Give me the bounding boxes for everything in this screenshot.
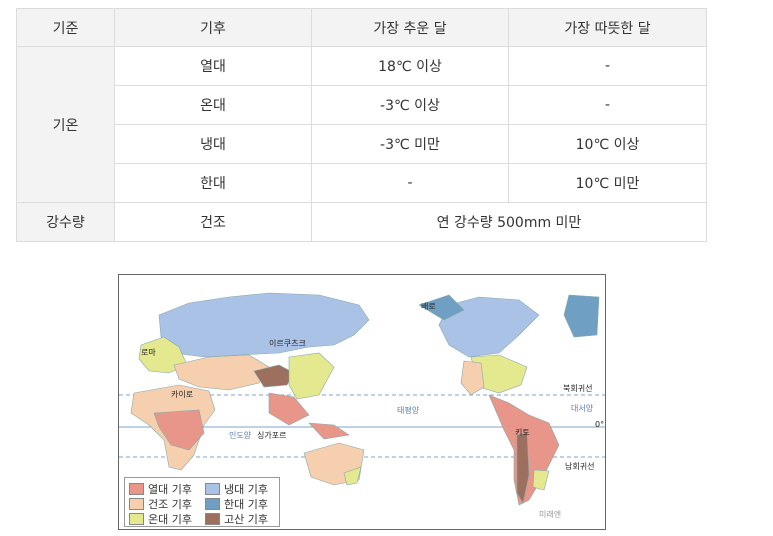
swatch-icon <box>129 498 144 510</box>
swatch-icon <box>205 513 220 525</box>
cell-warmest: - <box>508 85 707 125</box>
map-legend: 열대 기후 냉대 기후 건조 기후 한대 기후 온대 기후 고산 기후 <box>124 477 280 527</box>
table-row: 강수량 건조 연 강수량 500mm 미만 <box>16 202 707 242</box>
cell-climate: 한대 <box>114 163 312 203</box>
cell-climate: 냉대 <box>114 124 312 164</box>
label-atlantic: 대서양 <box>571 404 594 413</box>
label-barrow: 배로 <box>421 302 436 311</box>
header-climate: 기후 <box>114 8 312 47</box>
table-row: 기온 열대 18℃ 이상 - <box>16 46 707 203</box>
table-row: 한대 - 10℃ 미만 <box>17 163 707 203</box>
swatch-icon <box>205 498 220 510</box>
table-row: 냉대 -3℃ 미만 10℃ 이상 <box>17 124 707 164</box>
legend-item: 냉대 기후 <box>205 481 268 497</box>
south-america-temperate-region <box>532 469 550 491</box>
header-coldest-month: 가장 추운 달 <box>311 8 509 47</box>
cell-warmest: 10℃ 이상 <box>508 124 707 164</box>
indonesia-tropical-region <box>308 422 350 440</box>
label-irkutsk: 이르쿠츠크 <box>269 339 306 348</box>
label-quito: 키토 <box>515 428 530 437</box>
legend-item: 고산 기후 <box>205 511 268 527</box>
cell-warmest: - <box>508 46 707 86</box>
header-warmest-month: 가장 따뜻한 달 <box>508 8 707 47</box>
label-singapore: 싱가포르 <box>257 431 287 440</box>
usa-dry-region <box>460 360 485 396</box>
cell-coldest: -3℃ 이상 <box>311 85 509 125</box>
legend-item: 한대 기후 <box>205 496 268 512</box>
cell-precip-desc: 연 강수량 500mm 미만 <box>311 202 707 242</box>
cell-climate: 건조 <box>114 202 312 242</box>
label-cairo: 카이로 <box>171 390 194 399</box>
eurasia-cold-region <box>158 292 370 358</box>
label-indian: 인도양 <box>229 431 252 440</box>
cell-coldest: 18℃ 이상 <box>311 46 509 86</box>
swatch-icon <box>129 483 144 495</box>
label-rome: 로마 <box>141 348 156 357</box>
greenland-polar-region <box>563 294 600 338</box>
label-tropic-cancer: 북회귀선 <box>563 384 593 393</box>
group-precipitation: 강수량 <box>16 202 115 242</box>
legend-item: 온대 기후 <box>129 511 192 527</box>
publisher-watermark: 미래엔 <box>539 510 562 519</box>
group-temperature: 기온 <box>16 46 115 203</box>
table-row: 온대 -3℃ 이상 - <box>17 85 707 125</box>
legend-item: 열대 기후 <box>129 481 192 497</box>
east-asia-temperate-region <box>288 352 335 400</box>
legend-item: 건조 기후 <box>129 496 192 512</box>
cell-climate: 온대 <box>114 85 312 125</box>
label-tropic-capricorn: 남회귀선 <box>565 462 595 471</box>
label-pacific: 태평양 <box>397 406 420 415</box>
swatch-icon <box>205 483 220 495</box>
cell-warmest: 10℃ 미만 <box>508 163 707 203</box>
cell-coldest: - <box>311 163 509 203</box>
table-header-row: 기준 기후 가장 추운 달 가장 따뜻한 달 <box>16 8 707 47</box>
header-criteria: 기준 <box>16 8 115 47</box>
cell-climate: 열대 <box>114 46 312 86</box>
climate-criteria-table: 기준 기후 가장 추운 달 가장 따뜻한 달 기온 열대 18℃ 이상 - 온대… <box>16 8 707 242</box>
swatch-icon <box>129 513 144 525</box>
cell-coldest: -3℃ 미만 <box>311 124 509 164</box>
label-equator-zero: 0° <box>595 420 605 429</box>
